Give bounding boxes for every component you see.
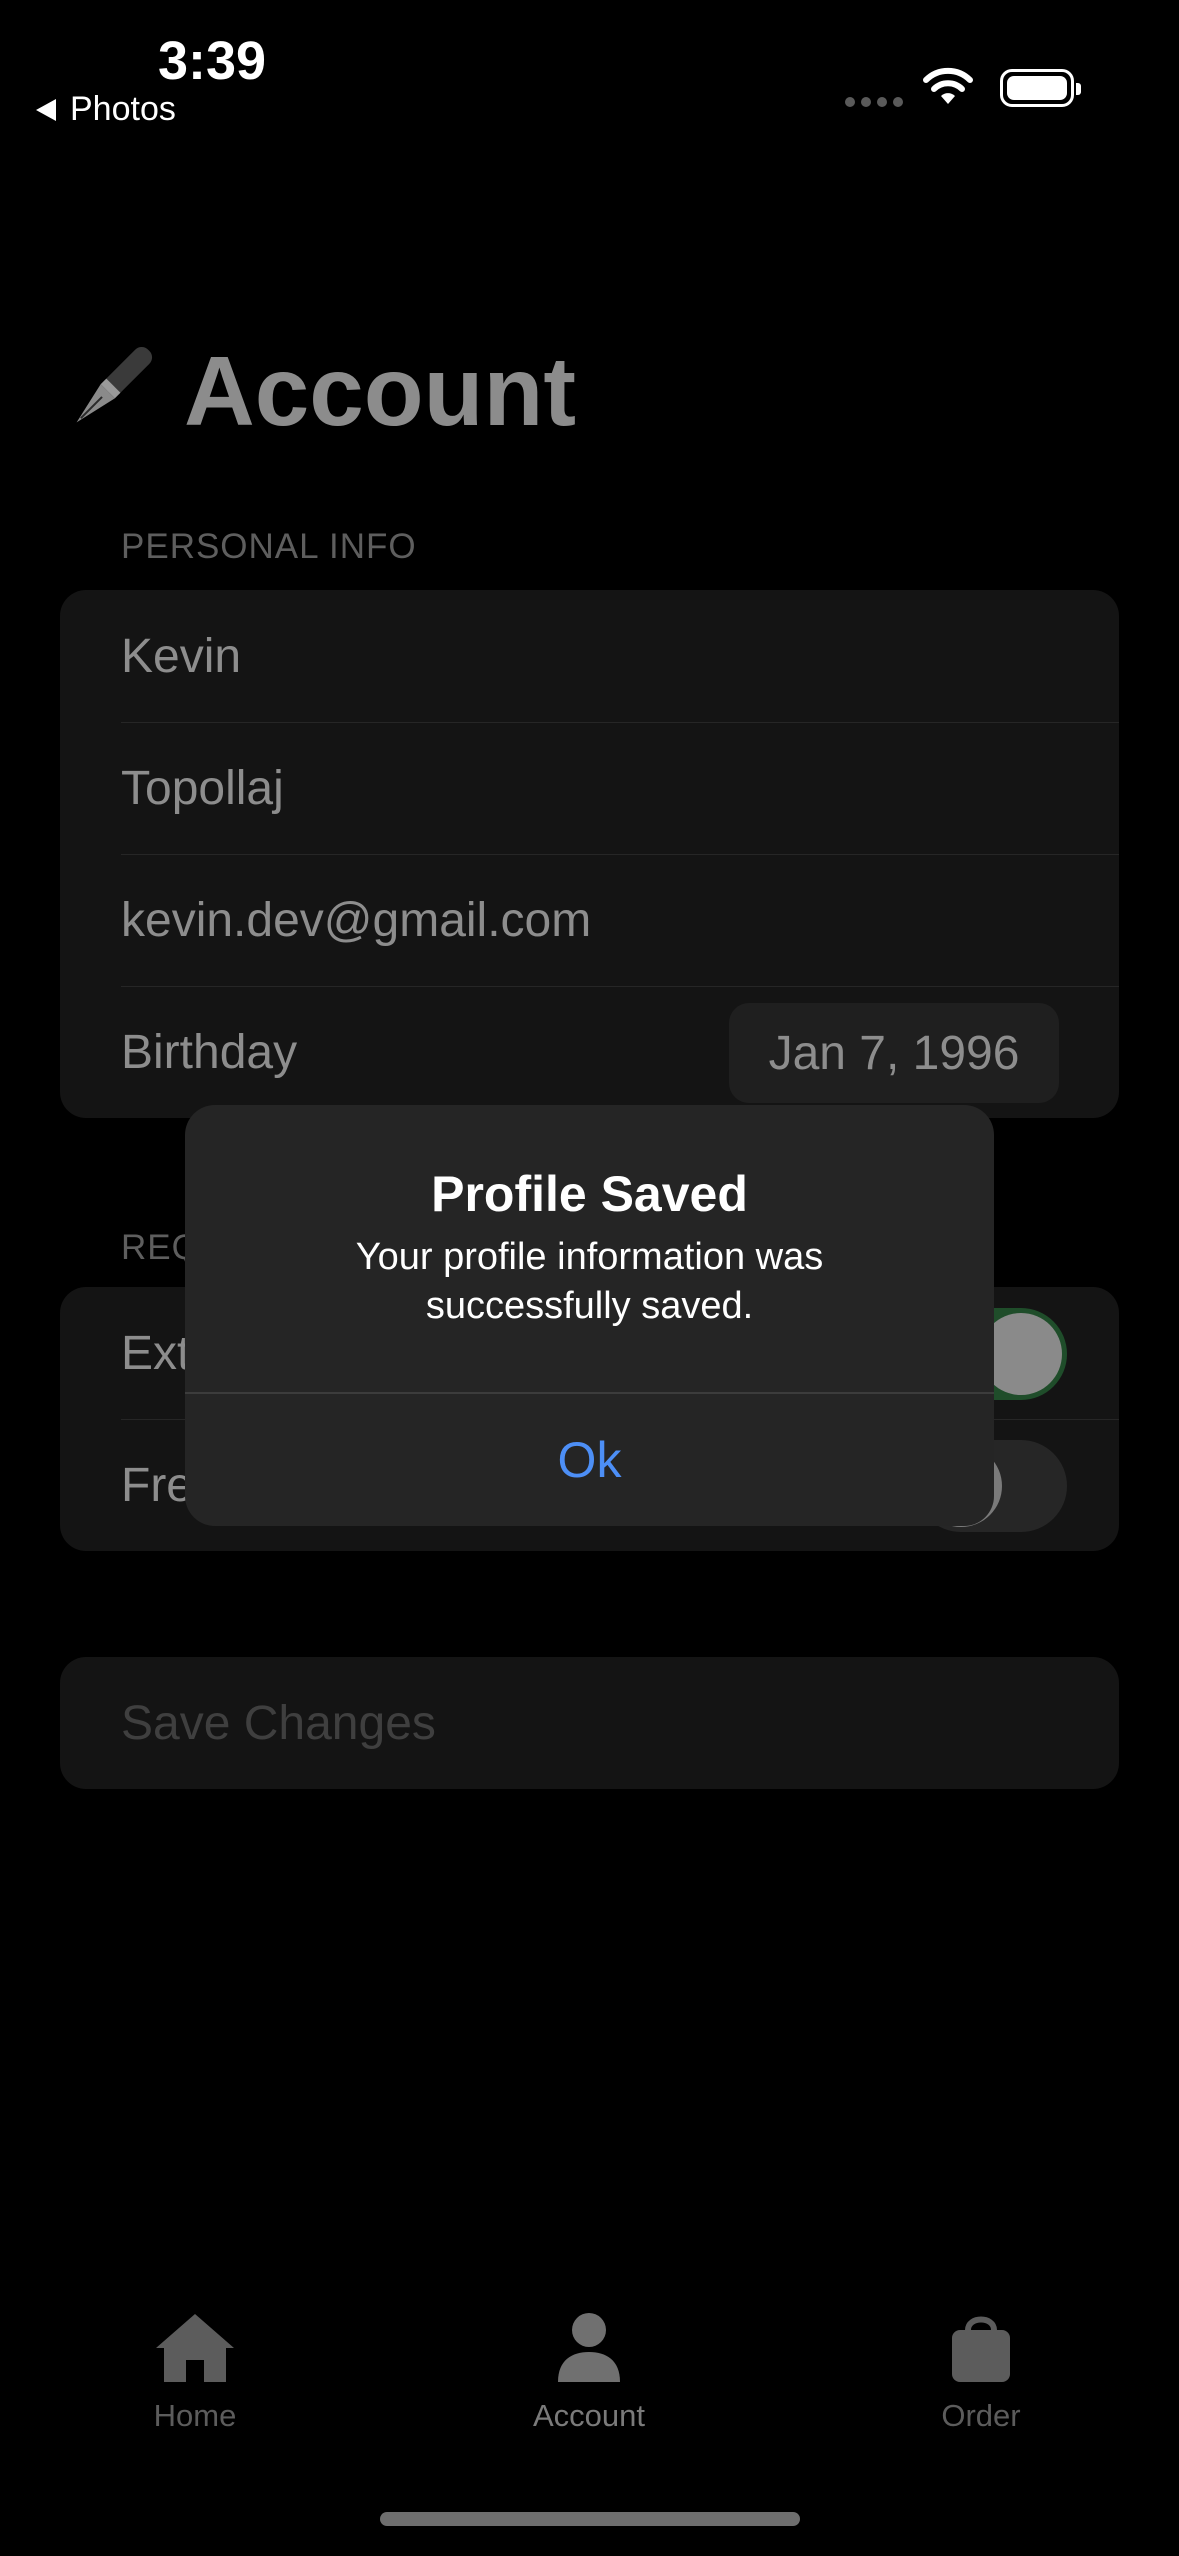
tab-bar: Home Account Order (0, 2310, 1179, 2470)
alert-ok-button[interactable]: Ok (185, 1394, 994, 1526)
wifi-icon (923, 67, 973, 104)
profile-saved-alert: Profile Saved Your profile information w… (185, 1105, 994, 1526)
birthday-label: Birthday (121, 1025, 298, 1079)
back-triangle-icon (36, 98, 56, 121)
birthday-row: Birthday Jan 7, 1996 (60, 986, 1119, 1118)
tab-order[interactable]: Order (861, 2310, 1101, 2434)
alert-title: Profile Saved (431, 1166, 748, 1222)
tab-order-label: Order (941, 2398, 1021, 2433)
personal-info-card: Kevin Topollaj kevin.dev@gmail.com Birth… (60, 590, 1119, 1118)
request-row-2-label: Fre (121, 1458, 193, 1512)
home-indicator (380, 2512, 800, 2526)
status-time: 3:39 (158, 31, 267, 91)
house-icon (156, 2314, 234, 2382)
person-icon (558, 2313, 620, 2382)
tab-account[interactable]: Account (469, 2310, 709, 2434)
back-to-photos-link[interactable]: Photos (36, 90, 176, 129)
personal-info-section-label: PERSONAL INFO (121, 527, 417, 566)
fountain-pen-icon (76, 346, 153, 422)
cellular-signal-icon (845, 97, 903, 107)
birthday-date-picker[interactable]: Jan 7, 1996 (729, 1003, 1059, 1103)
alert-message: Your profile information was successfull… (355, 1236, 824, 1327)
last-name-field[interactable]: Topollaj (60, 722, 1119, 854)
page-title-text: Account (184, 336, 576, 446)
tab-account-label: Account (532, 2398, 645, 2433)
tab-home[interactable]: Home (75, 2310, 315, 2434)
bag-icon (952, 2316, 1010, 2382)
page-title: Account (52, 335, 576, 448)
tab-home-label: Home (153, 2398, 237, 2433)
battery-icon (1000, 69, 1081, 107)
back-label: Photos (70, 90, 176, 128)
email-field[interactable]: kevin.dev@gmail.com (60, 854, 1119, 986)
first-name-field[interactable]: Kevin (60, 590, 1119, 722)
save-changes-button[interactable]: Save Changes (60, 1657, 1119, 1789)
request-row-1-label: Ext (121, 1326, 191, 1380)
